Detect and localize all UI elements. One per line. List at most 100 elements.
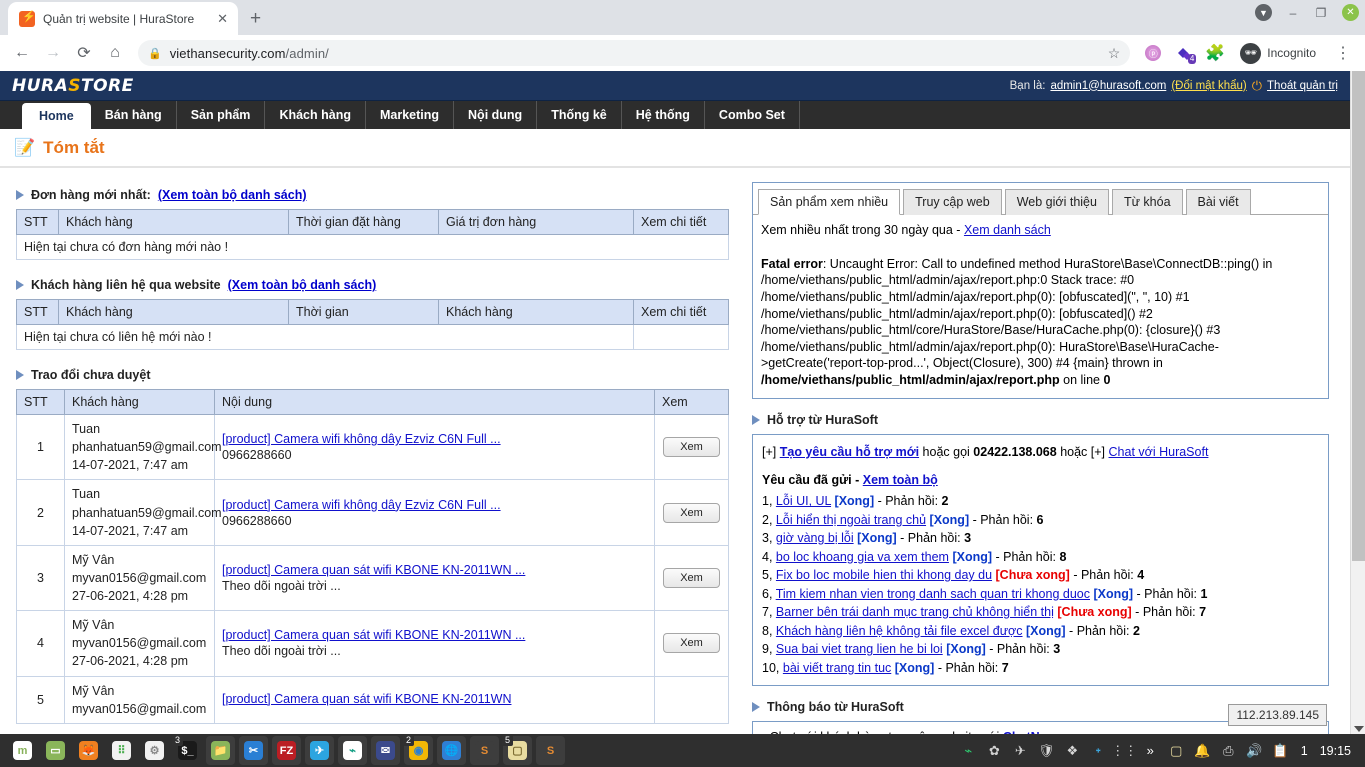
tab-san-pham-xem-nhieu[interactable]: Sản phẩm xem nhiều xyxy=(758,189,901,215)
request-title-link[interactable]: Lỗi UI, UL xyxy=(776,494,831,508)
request-title-link[interactable]: Lỗi hiển thị ngoài trang chủ xyxy=(776,513,926,527)
sticky-notes-icon[interactable]: ▢ 5 xyxy=(502,735,532,765)
orders-view-all-link[interactable]: (Xem toàn bộ danh sách) xyxy=(158,188,307,202)
bookmark-star-icon[interactable]: ☆ xyxy=(1108,45,1121,62)
window-switcher-icon[interactable]: ▭ xyxy=(41,736,70,765)
view-button[interactable]: Xem xyxy=(663,633,720,654)
browser-tab[interactable]: Quản trị website | HuraStore ✕ xyxy=(8,2,238,35)
product-link[interactable]: [product] Camera quan sát wifi KBONE KN-… xyxy=(222,563,647,577)
request-title-link[interactable]: bài viết trang tin tuc xyxy=(783,661,891,675)
bluetooth-tray-icon[interactable]: ᛭ xyxy=(1090,742,1107,759)
change-password-link[interactable]: (Đổi mật khẩu) xyxy=(1171,80,1246,92)
remote-connect-tray-icon[interactable]: ⌁ xyxy=(960,742,977,759)
chatngay-link[interactable]: ChatNgay.com xyxy=(1003,730,1090,734)
minimize-window-button[interactable]: – xyxy=(1286,6,1300,20)
chevron-down-icon[interactable]: ▼ xyxy=(1255,4,1272,21)
nav-item-ban-hang[interactable]: Bán hàng xyxy=(91,101,177,129)
address-bar[interactable]: 🔒 viethansecurity.com/admin/ ☆ xyxy=(138,40,1131,66)
page-scrollbar[interactable] xyxy=(1350,71,1365,734)
telegram-icon[interactable]: ✈ xyxy=(305,736,334,765)
notifications-tray-icon[interactable]: 🔔 xyxy=(1194,742,1211,759)
scrollbar-thumb[interactable] xyxy=(1352,71,1365,561)
request-title-link[interactable]: Fix bo loc mobile hien thi khong day du xyxy=(776,568,992,582)
request-title-link[interactable]: bo loc khoang gia va xem them xyxy=(776,550,949,564)
view-button[interactable]: Xem xyxy=(663,437,720,458)
clipboard-tray-icon[interactable]: 📋 xyxy=(1272,742,1289,759)
nav-item-khach-hang[interactable]: Khách hàng xyxy=(265,101,366,129)
nav-item-he-thong[interactable]: Hệ thống xyxy=(622,101,705,129)
new-tab-button[interactable]: + xyxy=(250,8,261,30)
request-title-link[interactable]: Khách hàng liên hệ không tải file excel … xyxy=(776,624,1023,638)
close-tab-icon[interactable]: ✕ xyxy=(215,11,230,27)
app-grid-icon[interactable]: ⠿ xyxy=(107,736,136,765)
firefox-icon[interactable]: 🦊 xyxy=(74,736,103,765)
nav-item-thong-ke[interactable]: Thống kê xyxy=(537,101,622,129)
sublime-text-icon[interactable]: S xyxy=(470,736,499,765)
product-link[interactable]: [product] Camera wifi không dây Ezviz C6… xyxy=(222,432,647,446)
chrome-menu-icon[interactable]: ⋮ xyxy=(1329,39,1357,67)
product-link[interactable]: [product] Camera wifi không dây Ezviz C6… xyxy=(222,498,647,512)
chat-with-hurasoft-link[interactable]: Chat với HuraSoft xyxy=(1109,445,1209,459)
table-row: 4 Mỹ Vân myvan0156@gmail.com 27-06-2021, 4:… xyxy=(16,610,729,677)
globe-network-icon[interactable]: 🌐 xyxy=(437,736,466,765)
home-icon[interactable]: ⌂ xyxy=(101,39,129,67)
create-support-request-link[interactable]: Tạo yêu cầu hỗ trợ mới xyxy=(780,445,919,459)
orders-empty-message: Hiện tại chưa có đơn hàng mới nào ! xyxy=(16,234,729,260)
file-manager-icon[interactable]: 📁 xyxy=(206,736,235,765)
shutter-tray-icon[interactable]: ✿ xyxy=(986,742,1003,759)
security-shield-tray-icon[interactable]: 🛡 xyxy=(1038,742,1055,759)
volume-tray-icon[interactable]: 🔊 xyxy=(1246,742,1263,759)
remote-desktop-icon[interactable]: ⌁ xyxy=(338,736,367,765)
user-email-link[interactable]: admin1@hurasoft.com xyxy=(1050,80,1166,92)
settings-toggles-icon[interactable]: ⚙ xyxy=(140,736,169,765)
contacts-col-customer2: Khách hàng xyxy=(438,299,634,325)
status-badge: [Xong] xyxy=(894,660,935,675)
dropbox-tray-icon[interactable]: ❖ xyxy=(1064,742,1081,759)
nav-item-san-pham[interactable]: Sản phẩm xyxy=(177,101,266,129)
sync-tray-icon[interactable]: » xyxy=(1142,742,1159,759)
terminal-icon[interactable]: $_ 3 xyxy=(172,735,202,765)
filezilla-icon[interactable]: FZ xyxy=(272,736,301,765)
view-button[interactable]: Xem xyxy=(663,502,720,523)
extension-purple-icon[interactable]: ⓟ xyxy=(1139,39,1167,67)
tab-bai-viet[interactable]: Bài viết xyxy=(1185,189,1251,215)
mail-icon[interactable]: ✉ xyxy=(371,736,400,765)
extensions-stack-icon[interactable]: 4 xyxy=(1170,39,1198,67)
forward-icon[interactable]: → xyxy=(39,39,67,67)
request-title-link[interactable]: giờ vàng bị lỗi xyxy=(776,531,854,545)
nav-item-home[interactable]: Home xyxy=(22,103,91,129)
close-window-button[interactable]: ✕ xyxy=(1342,4,1359,21)
report-view-list-link[interactable]: Xem danh sách xyxy=(964,223,1051,237)
vs-code-icon[interactable]: ✂ xyxy=(239,736,268,765)
tab-truy-cap-web[interactable]: Truy cập web xyxy=(903,189,1002,215)
nav-item-marketing[interactable]: Marketing xyxy=(366,101,455,129)
tab-tu-khoa[interactable]: Từ khóa xyxy=(1111,189,1183,215)
request-title-link[interactable]: Tim kiem nhan vien trong danh sach quan … xyxy=(776,587,1090,601)
printer-tray-icon[interactable]: ⎙ xyxy=(1220,742,1237,759)
linux-mint-menu-icon[interactable]: m xyxy=(8,736,37,765)
maximize-window-button[interactable]: ❐ xyxy=(1314,6,1328,20)
scroll-down-arrow-icon[interactable] xyxy=(1354,726,1364,732)
request-title-link[interactable]: Sua bai viet trang lien he bi loi xyxy=(776,642,943,656)
pending-col-content: Nội dung xyxy=(214,389,655,415)
telegram-tray-icon[interactable]: ✈ xyxy=(1012,742,1029,759)
tab-web-gioi-thieu[interactable]: Web giới thiệu xyxy=(1004,189,1109,215)
requests-view-all-link[interactable]: Xem toàn bộ xyxy=(863,473,938,487)
request-title-link[interactable]: Barner bên trái danh mục trang chủ không… xyxy=(776,605,1054,619)
contacts-view-all-link[interactable]: (Xem toàn bộ danh sách) xyxy=(228,278,377,292)
nav-item-combo-set[interactable]: Combo Set xyxy=(705,101,800,129)
back-icon[interactable]: ← xyxy=(8,39,36,67)
incognito-indicator[interactable]: 🕶 Incognito xyxy=(1236,39,1326,67)
sublime-text-2-icon[interactable]: S xyxy=(536,736,565,765)
orders-table: STT Khách hàng Thời gian đặt hàng Giá tr… xyxy=(16,209,729,260)
nodes-tray-icon[interactable]: ⋮⋮ xyxy=(1111,742,1137,759)
nav-item-noi-dung[interactable]: Nội dung xyxy=(454,101,538,129)
logout-link[interactable]: Thoát quản trị xyxy=(1267,80,1338,92)
product-link[interactable]: [product] Camera quan sát wifi KBONE KN-… xyxy=(222,628,647,642)
chrome-icon[interactable]: ◉ 2 xyxy=(403,735,433,765)
notes-tray-icon[interactable]: ▢ xyxy=(1168,742,1185,759)
view-button[interactable]: Xem xyxy=(663,567,720,588)
product-link[interactable]: [product] Camera quan sát wifi KBONE KN-… xyxy=(222,692,647,706)
reload-icon[interactable]: ⟳ xyxy=(70,39,98,67)
puzzle-extensions-icon[interactable]: 🧩 xyxy=(1201,39,1229,67)
